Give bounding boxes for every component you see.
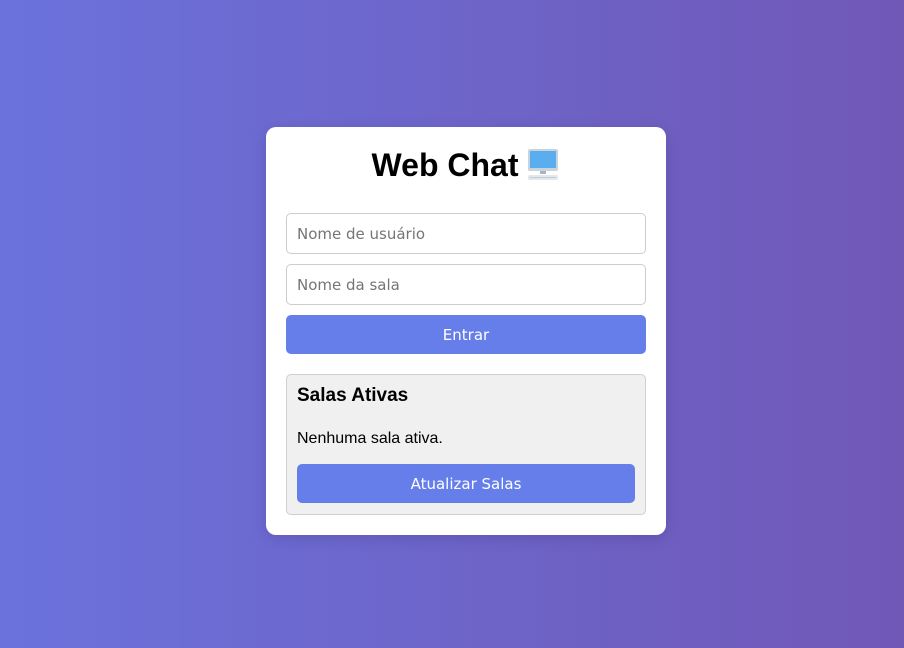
login-card: Web Chat Entrar Salas Ativas Nenhuma sal… — [266, 127, 666, 535]
active-rooms-title: Salas Ativas — [297, 385, 409, 406]
active-rooms-panel: Salas Ativas Nenhuma sala ativa. Atualiz… — [286, 374, 646, 515]
computer-icon — [526, 148, 560, 182]
header: Web Chat — [286, 147, 646, 183]
username-input[interactable] — [286, 213, 646, 254]
page-title: Web Chat — [371, 147, 519, 183]
enter-button[interactable]: Entrar — [286, 315, 646, 354]
no-rooms-message: Nenhuma sala ativa. — [297, 430, 443, 447]
room-name-input[interactable] — [286, 264, 646, 305]
refresh-rooms-button[interactable]: Atualizar Salas — [297, 464, 635, 503]
